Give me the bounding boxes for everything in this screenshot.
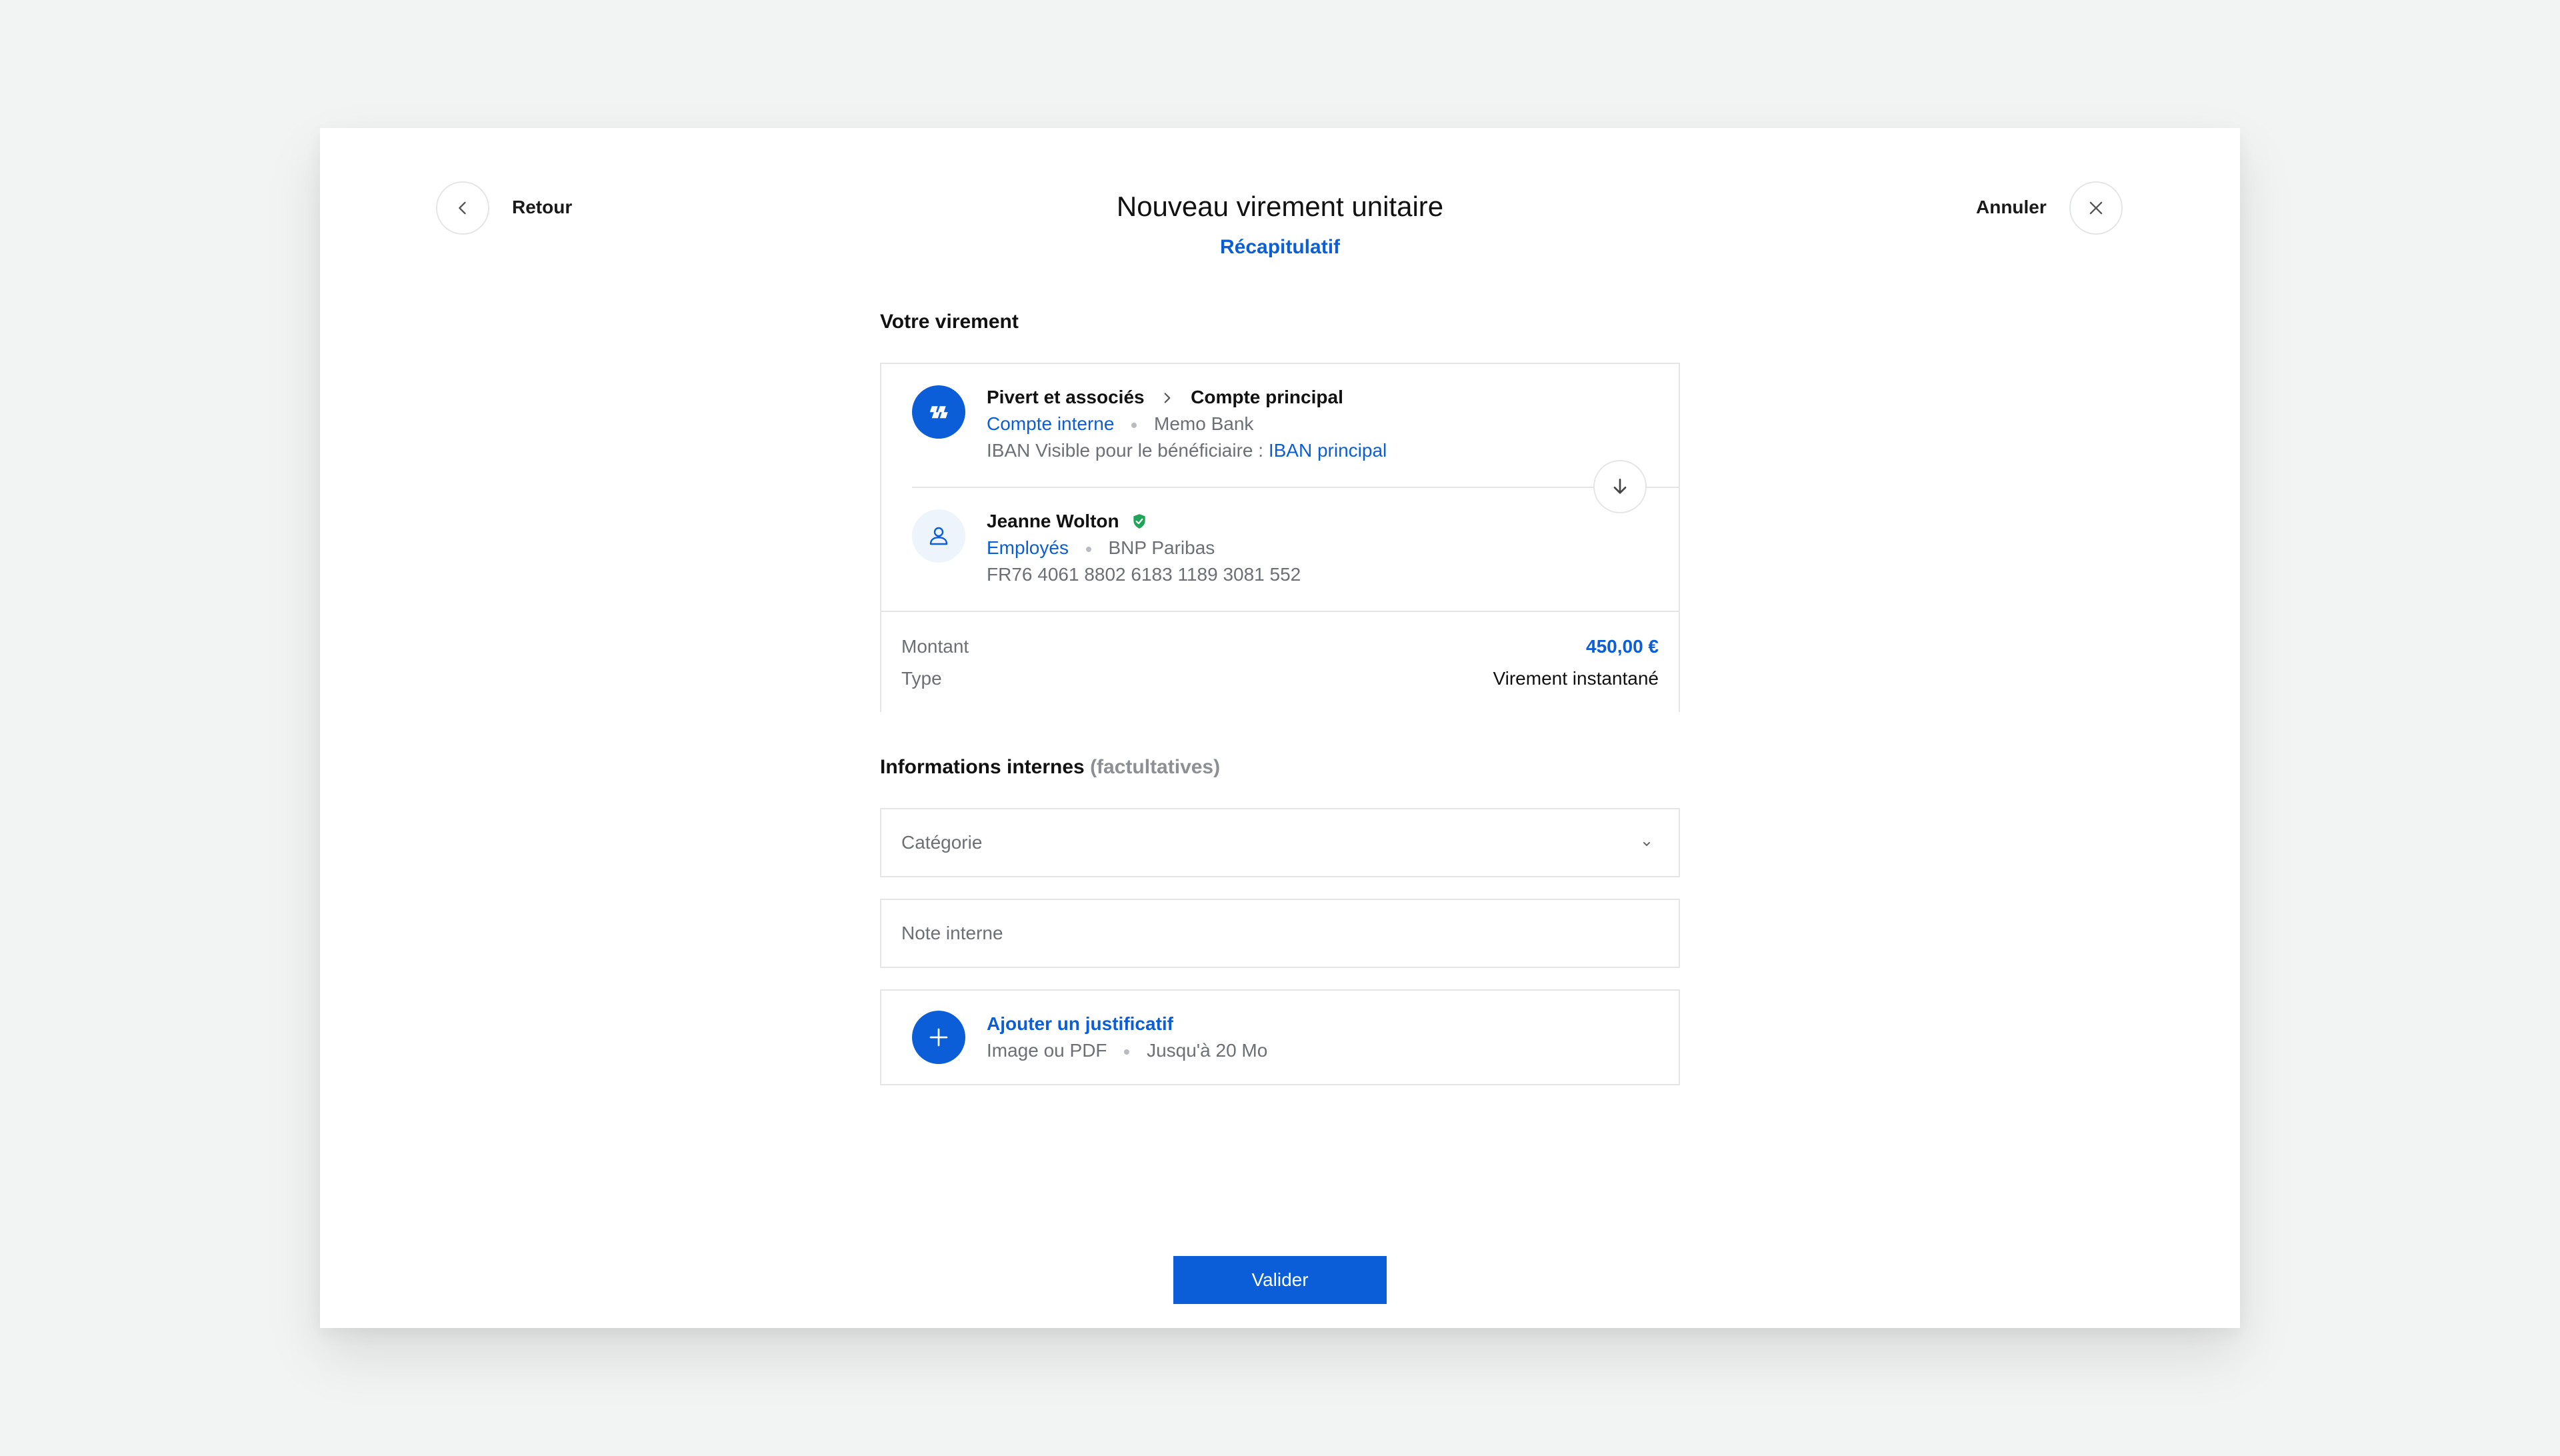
optional-label: (factultatives) <box>1090 756 1221 778</box>
user-glyph <box>929 527 948 545</box>
transfer-summary-box: Pivert et associés Compte principal Comp… <box>880 363 1680 713</box>
recipient-details: Jeanne Wolton Employés BNP Paribas FR76 … <box>987 508 1301 588</box>
amount-summary: Montant 450,00 € Type Virement instantan… <box>881 611 1679 713</box>
validate-button[interactable]: Valider <box>1173 1256 1387 1304</box>
company-logo-icon <box>912 385 965 439</box>
verified-shield-icon <box>1133 514 1146 529</box>
sender-row: Pivert et associés Compte principal Comp… <box>881 364 1679 488</box>
recipient-name: Jeanne Wolton <box>987 511 1119 531</box>
attachment-formats: Image ou PDF <box>987 1040 1107 1061</box>
transfer-section-title: Votre virement <box>880 311 1019 333</box>
cancel-label[interactable]: Annuler <box>1976 197 2047 218</box>
type-row: Type Virement instantané <box>901 665 1659 692</box>
internal-section-title: Informations internes (factultatives) <box>880 756 1220 779</box>
internal-note-input[interactable]: Note interne <box>880 899 1680 968</box>
type-label: Type <box>901 668 942 689</box>
sender-account-type: Compte interne <box>987 413 1115 434</box>
sender-account: Compte principal <box>1191 387 1343 407</box>
amount-label: Montant <box>901 636 969 657</box>
sender-bank: Memo Bank <box>1154 413 1254 434</box>
separator-dot <box>1085 546 1091 552</box>
transfer-dialog: Retour Nouveau virement unitaire Récapit… <box>320 128 2240 1328</box>
sender-name: Pivert et associés <box>987 387 1145 407</box>
chevron-down-icon <box>1643 842 1650 846</box>
page-title: Nouveau virement unitaire <box>1116 191 1444 222</box>
amount-value: 450,00 € <box>1586 636 1659 657</box>
recipient-category: Employés <box>987 537 1069 558</box>
step-subtitle: Récapitulatif <box>1219 236 1341 258</box>
plus-icon <box>929 1028 948 1047</box>
iban-visibility-value[interactable]: IBAN principal <box>1269 440 1387 461</box>
separator-dot <box>1131 422 1137 428</box>
attachment-details: Ajouter un justificatif Image ou PDF Jus… <box>987 1011 1267 1064</box>
attachment-dropzone[interactable]: Ajouter un justificatif Image ou PDF Jus… <box>880 989 1680 1085</box>
recipient-iban: FR76 4061 8802 6183 1189 3081 552 <box>987 564 1301 585</box>
separator-dot <box>1124 1049 1130 1055</box>
type-value: Virement instantané <box>1493 668 1659 689</box>
internal-section-label: Informations internes <box>880 756 1085 778</box>
company-logo-glyph <box>929 406 948 419</box>
recipient-row: Jeanne Wolton Employés BNP Paribas FR76 … <box>881 488 1679 611</box>
user-icon <box>912 509 965 563</box>
close-icon <box>2089 201 2103 215</box>
attachment-title[interactable]: Ajouter un justificatif <box>987 1013 1173 1034</box>
chevron-right-icon <box>1165 393 1171 403</box>
note-placeholder: Note interne <box>901 923 1003 943</box>
close-button[interactable] <box>2069 181 2123 235</box>
attachment-limit: Jusqu'à 20 Mo <box>1147 1040 1268 1061</box>
category-select[interactable]: Catégorie <box>880 808 1680 877</box>
iban-visibility-label: IBAN Visible pour le bénéficiaire : <box>987 440 1264 461</box>
recipient-bank: BNP Paribas <box>1108 537 1215 558</box>
add-attachment-button[interactable] <box>912 1011 965 1064</box>
sender-details: Pivert et associés Compte principal Comp… <box>987 384 1387 464</box>
category-placeholder: Catégorie <box>901 832 983 853</box>
amount-row: Montant 450,00 € <box>901 633 1659 660</box>
